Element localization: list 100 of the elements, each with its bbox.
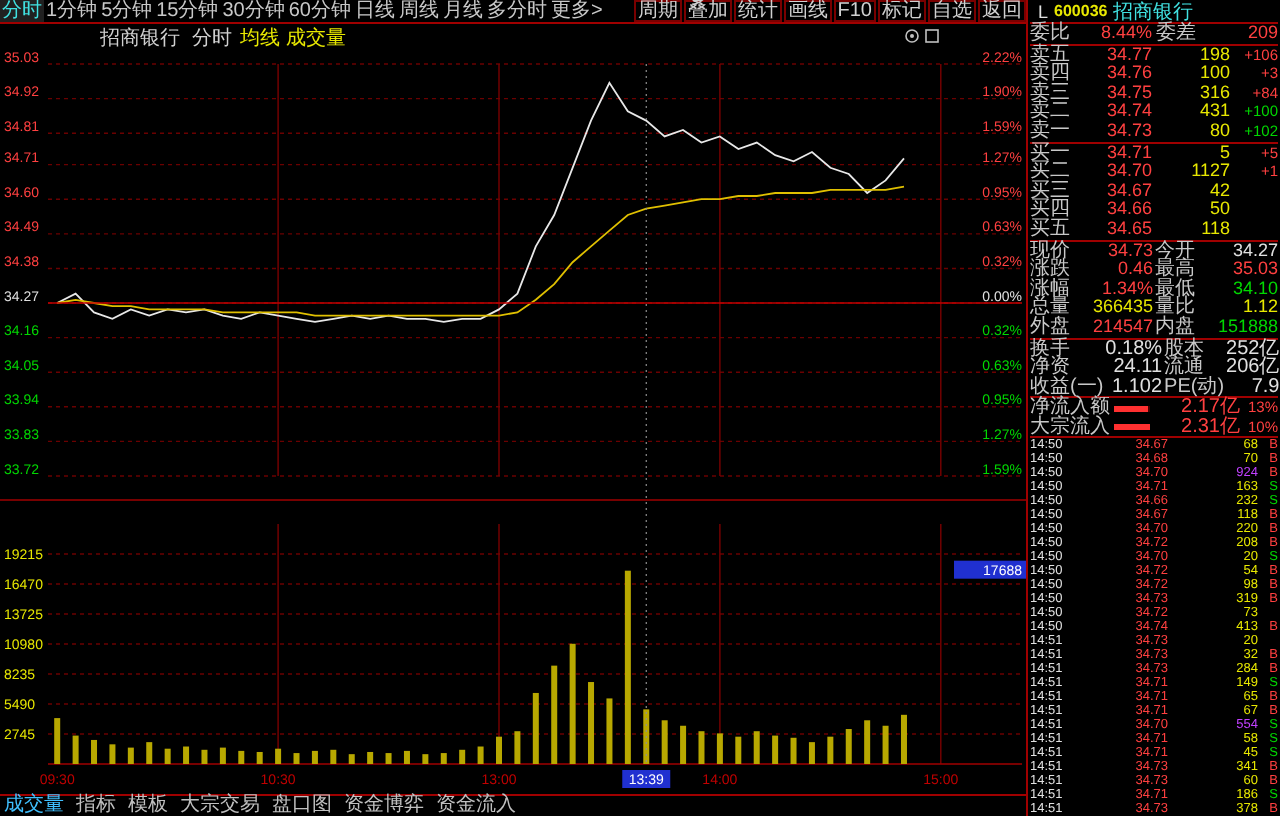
order-volume: 5 <box>1217 143 1230 163</box>
chart-mode: 分时 <box>192 28 232 50</box>
volume-bar <box>275 748 282 764</box>
stat-value: 1.102 <box>1110 377 1163 397</box>
stat-value: 35.03 <box>1230 260 1278 280</box>
stat-value: 209 <box>1245 24 1278 44</box>
stat-value: 206亿 <box>1226 358 1280 378</box>
order-level-label: 卖四 <box>1030 64 1072 84</box>
volume-bar <box>164 748 171 764</box>
volume-bar <box>661 720 668 764</box>
period-tab[interactable]: 5分钟 <box>99 0 155 22</box>
order-price: 34.67 <box>1104 181 1152 201</box>
order-volume: 80 <box>1207 121 1230 142</box>
toolbar-button[interactable]: F10 <box>833 0 876 22</box>
volume-bar <box>183 746 190 764</box>
volume-bar <box>551 665 558 764</box>
order-price: 34.66 <box>1104 200 1152 220</box>
stat-value: 252亿 <box>1226 339 1280 359</box>
order-level-label: 买三 <box>1030 181 1072 201</box>
volume-bar <box>716 733 723 764</box>
volume-bar <box>54 718 61 764</box>
volume-bar <box>680 725 687 764</box>
period-tab[interactable]: 1分钟 <box>44 0 100 22</box>
volume-bar <box>569 643 576 764</box>
toolbar-button[interactable]: 画线 <box>783 0 832 22</box>
order-volume: 118 <box>1199 219 1230 240</box>
stat-label: 外盘 <box>1030 317 1070 337</box>
period-tab[interactable]: 多分时 <box>485 0 549 22</box>
indicator-tab[interactable]: 模板 <box>128 796 168 816</box>
stat-label: 量比 <box>1155 298 1195 318</box>
volume-legend[interactable]: 成交量 <box>286 28 346 50</box>
volume-bar <box>348 754 355 764</box>
order-volume: 431 <box>1197 102 1230 122</box>
volume-bar <box>864 720 871 764</box>
stat-label: 净资 <box>1030 358 1070 378</box>
stat-label: 委差 <box>1156 24 1196 44</box>
volume-bar <box>127 747 134 764</box>
flow-amount: 2.17亿 <box>1181 398 1240 418</box>
order-price: 34.71 <box>1104 143 1152 163</box>
volume-bar <box>882 725 889 764</box>
indicator-tab[interactable]: 成交量 <box>4 796 64 816</box>
period-tab[interactable]: 更多> <box>549 0 605 22</box>
indicator-tab[interactable]: 资金流入 <box>436 796 516 816</box>
period-tab[interactable]: 分时 <box>0 0 44 22</box>
order-level-label: 买五 <box>1030 219 1072 240</box>
stat-label: 涨跌 <box>1030 260 1070 280</box>
indicator-tab[interactable]: 指标 <box>76 796 116 816</box>
stat-value: 34.73 <box>1105 241 1153 261</box>
volume-bar <box>901 714 907 764</box>
indicator-tab[interactable]: 资金博弈 <box>344 796 424 816</box>
period-tab[interactable]: 月线 <box>441 0 485 22</box>
toolbar-button[interactable]: 自选 <box>928 0 976 22</box>
toolbar-button[interactable]: 叠加 <box>683 0 732 22</box>
stat-label: PE(动) <box>1164 377 1225 397</box>
volume-bar <box>606 698 613 764</box>
stat-label: 股本 <box>1164 339 1207 359</box>
volume-bar <box>330 749 337 764</box>
indicator-tab[interactable]: 盘口图 <box>272 796 332 816</box>
stat-label: 今开 <box>1155 241 1195 261</box>
period-tab[interactable]: 15分钟 <box>154 0 221 22</box>
order-volume: 50 <box>1207 200 1230 220</box>
indicator-tab[interactable]: 大宗交易 <box>180 796 260 816</box>
volume-bar <box>293 753 300 764</box>
volume-bar <box>477 746 484 764</box>
flow-amount: 2.31亿 <box>1179 417 1240 437</box>
order-price: 34.76 <box>1104 64 1152 84</box>
stock-name: 招商银行 <box>100 28 180 50</box>
stat-value: 7.9 <box>1249 377 1280 397</box>
volume-bar <box>367 752 374 764</box>
volume-bar <box>201 749 208 764</box>
target-icon[interactable] <box>905 29 919 43</box>
stat-value: 151888 <box>1215 317 1278 337</box>
period-tab[interactable]: 日线 <box>353 0 397 22</box>
stat-label: 涨幅 <box>1030 279 1070 299</box>
window-icon[interactable] <box>925 29 939 43</box>
order-volume: 198 <box>1197 45 1230 65</box>
stat-label: 现价 <box>1030 241 1070 261</box>
stat-value: 34.10 <box>1230 279 1278 299</box>
volume-bar <box>845 729 852 764</box>
toolbar-button[interactable]: 返回 <box>978 0 1026 22</box>
toolbar-button[interactable]: 标记 <box>878 0 926 22</box>
stat-value: 1.12 <box>1240 298 1278 318</box>
order-level-label: 买四 <box>1030 200 1072 220</box>
volume-bar <box>735 736 742 764</box>
flow-label: 大宗流入 <box>1030 417 1110 437</box>
order-volume: 42 <box>1207 181 1230 201</box>
market-marker: L <box>1038 1 1049 21</box>
period-tab[interactable]: 30分钟 <box>220 0 287 22</box>
volume-bar <box>459 749 466 764</box>
period-tab[interactable]: 周线 <box>397 0 441 22</box>
stat-label: 最低 <box>1155 279 1195 299</box>
order-price: 34.77 <box>1104 45 1152 65</box>
period-tab[interactable]: 60分钟 <box>286 0 353 22</box>
volume-bar <box>808 742 815 764</box>
volume-bar <box>256 752 263 764</box>
average-legend[interactable]: 均线 <box>240 28 280 50</box>
volume-bar <box>772 735 779 764</box>
toolbar-button[interactable]: 周期 <box>633 0 682 22</box>
order-price: 34.73 <box>1104 121 1152 142</box>
order-level-label: 卖三 <box>1030 83 1072 103</box>
